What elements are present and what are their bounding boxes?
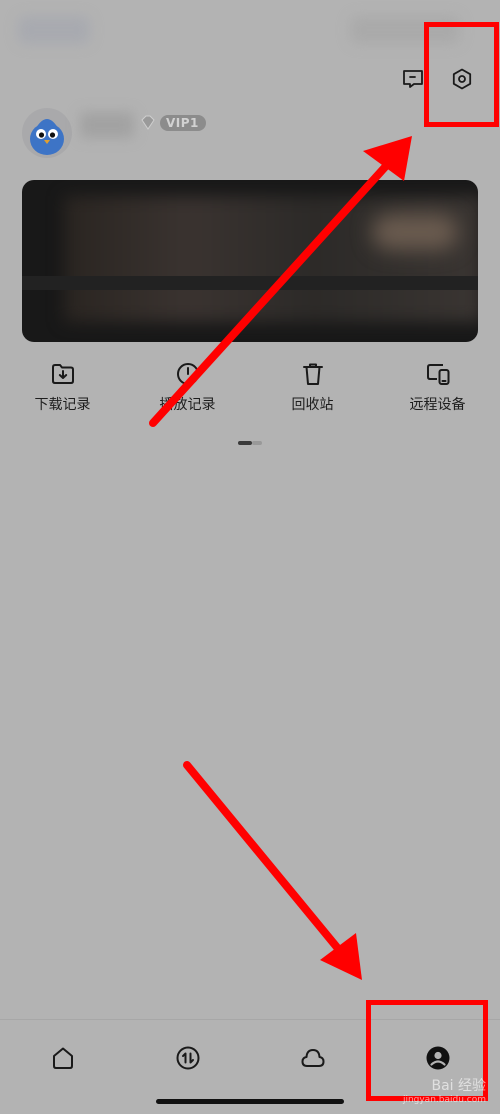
watermark-text: Bai 经验	[431, 1078, 486, 1094]
watermark: Bai 经验 jingyan.baidu.com	[403, 1079, 486, 1107]
annotation-arrows	[149, 136, 412, 980]
arrow-to-profile-tab	[183, 761, 344, 955]
arrow-to-settings	[149, 162, 390, 427]
arrow-head-settings-icon	[363, 136, 412, 181]
watermark-url: jingyan.baidu.com	[402, 1095, 486, 1105]
